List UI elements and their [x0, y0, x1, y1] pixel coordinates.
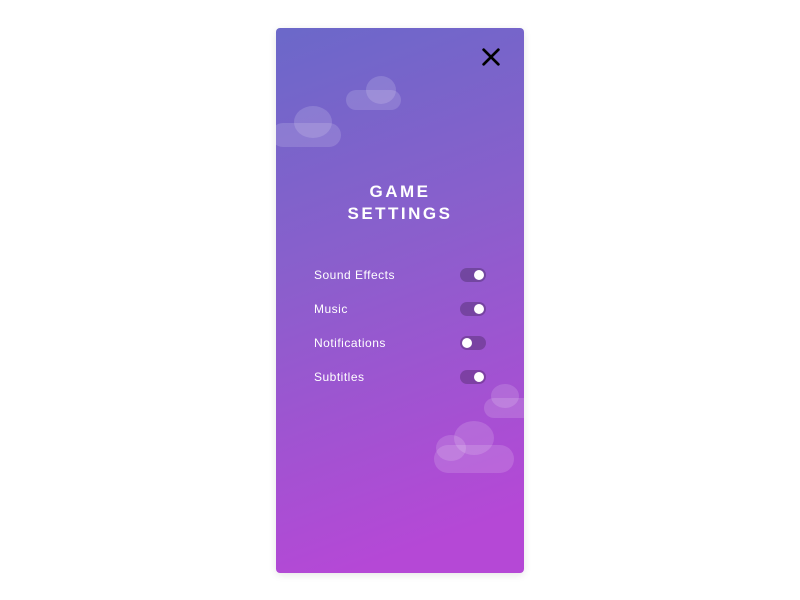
- toggle-sound-effects[interactable]: [460, 268, 486, 282]
- close-button[interactable]: [480, 46, 502, 68]
- title-line-1: GAME: [276, 181, 524, 204]
- setting-row-subtitles: Subtitles: [314, 360, 486, 394]
- setting-row-sound-effects: Sound Effects: [314, 258, 486, 292]
- cloud-decoration: [294, 106, 332, 138]
- page-title: GAME SETTINGS: [276, 181, 524, 227]
- setting-label: Sound Effects: [314, 268, 395, 282]
- toggle-subtitles[interactable]: [460, 370, 486, 384]
- cloud-decoration: [366, 76, 396, 104]
- setting-row-music: Music: [314, 292, 486, 326]
- setting-label: Subtitles: [314, 370, 365, 384]
- close-icon: [480, 46, 502, 68]
- settings-list: Sound Effects Music Notifications Subtit…: [314, 258, 486, 394]
- title-line-2: SETTINGS: [276, 203, 524, 226]
- settings-panel: GAME SETTINGS Sound Effects Music Notifi…: [276, 28, 524, 573]
- cloud-decoration: [436, 435, 466, 461]
- setting-label: Music: [314, 302, 348, 316]
- setting-row-notifications: Notifications: [314, 326, 486, 360]
- toggle-notifications[interactable]: [460, 336, 486, 350]
- setting-label: Notifications: [314, 336, 386, 350]
- cloud-decoration: [491, 384, 519, 408]
- toggle-music[interactable]: [460, 302, 486, 316]
